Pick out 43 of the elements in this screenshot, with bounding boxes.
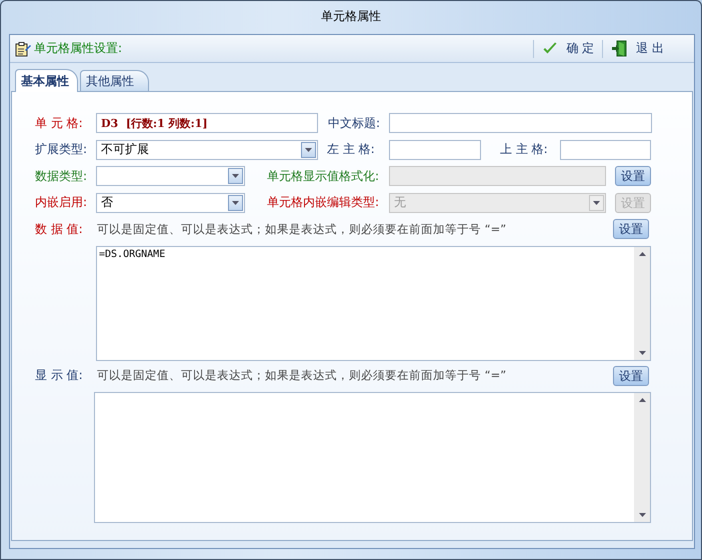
scrollbar[interactable] bbox=[634, 393, 650, 522]
door-arrow-icon bbox=[611, 40, 628, 57]
exit-button[interactable]: 退 出 bbox=[607, 38, 668, 59]
toolbar-title: 单元格属性设置: bbox=[34, 40, 122, 57]
down-arrow-icon bbox=[232, 174, 239, 178]
text-area[interactable]: =DS.ORGNAME bbox=[96, 246, 651, 360]
scrollbar[interactable] bbox=[634, 246, 650, 360]
text-field[interactable]: D3 [行数:1 列数:1] bbox=[96, 113, 318, 133]
field-label: 显 示 值: bbox=[35, 367, 84, 384]
text-area[interactable] bbox=[94, 392, 651, 523]
properties-icon bbox=[15, 40, 31, 56]
field-label: 中文标题: bbox=[328, 114, 382, 132]
window-title: 单元格属性 bbox=[320, 8, 382, 25]
field-label: 内嵌启用: bbox=[35, 194, 88, 211]
text-field[interactable] bbox=[560, 140, 651, 160]
field-label: 上 主 格: bbox=[500, 141, 549, 158]
tab[interactable]: 基本属性 bbox=[15, 69, 78, 92]
field-label: 单 元 格: bbox=[35, 114, 84, 132]
text-field[interactable] bbox=[389, 140, 481, 160]
dropdown[interactable]: 不可扩展 bbox=[96, 140, 318, 160]
dropdown[interactable] bbox=[96, 166, 245, 186]
field-label: 单元格显示值格式化: bbox=[267, 168, 380, 184]
text-field[interactable] bbox=[389, 113, 652, 133]
settings-button[interactable]: 设置 bbox=[613, 366, 649, 386]
settings-button[interactable]: 设置 bbox=[615, 166, 651, 186]
tab[interactable]: 其他属性 bbox=[80, 70, 149, 91]
down-arrow-icon bbox=[638, 350, 646, 354]
up-arrow-icon bbox=[638, 252, 646, 256]
down-arrow-icon bbox=[638, 513, 646, 517]
hint-text: 可以是固定值、可以是表达式；如果是表达式，则必须要在前面加等于号 “=” bbox=[97, 222, 508, 236]
field-label: 左 主 格: bbox=[327, 141, 376, 158]
down-arrow-icon bbox=[305, 148, 312, 152]
hint-text: 可以是固定值、可以是表达式；如果是表达式，则必须要在前面加等于号 “=” bbox=[97, 368, 508, 383]
field-label: 扩展类型: bbox=[35, 141, 88, 158]
down-arrow-icon bbox=[232, 200, 239, 204]
settings-button[interactable]: 设置 bbox=[613, 219, 649, 239]
dropdown[interactable]: 否 bbox=[96, 192, 245, 212]
ok-button[interactable]: 确 定 bbox=[538, 38, 598, 59]
field-label: 数 据 值: bbox=[35, 220, 84, 238]
down-arrow-icon bbox=[593, 200, 600, 204]
field-label: 数据类型: bbox=[35, 168, 88, 184]
up-arrow-icon bbox=[638, 398, 646, 402]
field-label: 单元格内嵌编辑类型: bbox=[267, 194, 380, 211]
